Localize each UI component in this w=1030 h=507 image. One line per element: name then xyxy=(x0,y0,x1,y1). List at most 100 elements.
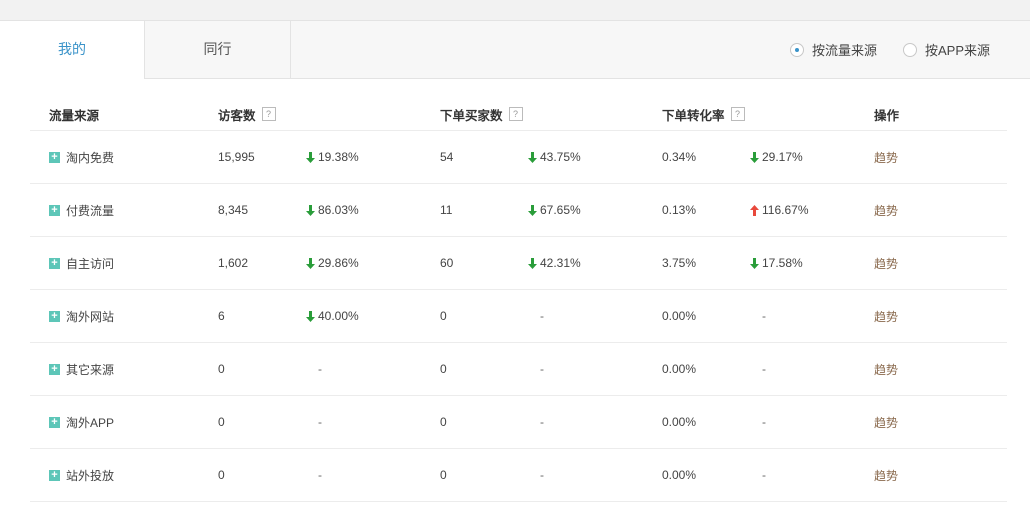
header-conversion-rate: 下单转化率 ? xyxy=(662,98,745,130)
tab-peers[interactable]: 同行 xyxy=(145,21,291,78)
source-name: 站外投放 xyxy=(66,468,115,483)
radio-label: 按流量来源 xyxy=(811,43,877,58)
buyers-change: 42.31% xyxy=(540,256,581,270)
visitors-value: 8,345 xyxy=(218,203,249,217)
source-name-cell: + 淘内免费 xyxy=(49,131,114,183)
rate-change: 17.58% xyxy=(762,256,803,270)
header-action: 操作 xyxy=(874,108,900,123)
rate-change-cell: - xyxy=(750,290,766,342)
expand-plus-icon[interactable]: + xyxy=(49,151,60,163)
buyers-value-cell: 54 xyxy=(440,131,453,183)
trend-link-label: 趋势 xyxy=(874,256,899,271)
traffic-source-table: 流量来源 访客数 ? 下单买家数 ? 下单转化率 ? 操作 + 淘内免费 15,99… xyxy=(30,98,1007,502)
buyers-value-cell: 60 xyxy=(440,237,453,289)
help-icon[interactable]: ? xyxy=(730,107,745,121)
expand-plus-icon[interactable]: + xyxy=(49,363,60,375)
top-strip xyxy=(0,0,1030,21)
source-name-cell: + 站外投放 xyxy=(49,449,114,501)
rate-value-cell: 0.00% xyxy=(662,396,696,448)
expand-plus-icon[interactable]: + xyxy=(49,310,60,322)
trend-link[interactable]: 趋势 xyxy=(874,290,898,342)
trend-link-label: 趋势 xyxy=(874,309,899,324)
visitors-change-cell: 19.38% xyxy=(306,131,359,183)
trend-link[interactable]: 趋势 xyxy=(874,396,898,448)
visitors-value-cell: 0 xyxy=(218,343,225,395)
rate-value-cell: 0.13% xyxy=(662,184,696,236)
arrow-down-icon xyxy=(750,151,759,163)
trend-link[interactable]: 趋势 xyxy=(874,343,898,395)
trend-link[interactable]: 趋势 xyxy=(874,237,898,289)
help-icon[interactable]: ? xyxy=(261,107,276,121)
radio-by-app-source[interactable]: 按APP来源 xyxy=(902,40,990,59)
trend-link-label: 趋势 xyxy=(874,150,899,165)
source-mode-radio-group: 按流量来源 按APP来源 xyxy=(764,21,990,78)
rate-value-cell: 3.75% xyxy=(662,237,696,289)
visitors-value: 6 xyxy=(218,309,225,323)
rate-change: - xyxy=(762,468,766,482)
buyers-value: 60 xyxy=(440,256,454,270)
buyers-value-cell: 11 xyxy=(440,184,452,236)
expand-plus-icon[interactable]: + xyxy=(49,416,60,428)
buyers-change: 67.65% xyxy=(540,203,581,217)
trend-link[interactable]: 趋势 xyxy=(874,449,898,501)
arrow-down-icon xyxy=(306,257,315,269)
visitors-value: 0 xyxy=(218,468,225,482)
visitors-change-cell: - xyxy=(306,343,322,395)
arrow-down-icon xyxy=(528,151,537,163)
trend-link-label: 趋势 xyxy=(874,362,899,377)
visitors-value: 0 xyxy=(218,415,225,429)
buyers-value: 11 xyxy=(440,203,453,217)
visitors-change: - xyxy=(318,468,322,482)
rate-value-cell: 0.00% xyxy=(662,290,696,342)
source-name-cell: + 淘外网站 xyxy=(49,290,114,342)
radio-by-traffic-source[interactable]: 按流量来源 xyxy=(789,40,877,59)
tab-mine[interactable]: 我的 xyxy=(0,21,145,79)
header-source: 流量来源 xyxy=(49,108,100,123)
table-row: + 自主访问 1,602 29.86% 60 42.31% 3.75% 17.58% 趋势 xyxy=(30,237,1007,290)
buyers-value: 0 xyxy=(440,468,447,482)
source-name: 付费流量 xyxy=(66,203,115,218)
buyers-change: - xyxy=(540,362,544,376)
arrow-up-icon xyxy=(750,204,759,216)
expand-plus-icon[interactable]: + xyxy=(49,469,60,481)
buyers-change-cell: - xyxy=(528,343,544,395)
buyers-change-cell: 42.31% xyxy=(528,237,581,289)
trend-link-label: 趋势 xyxy=(874,203,899,218)
visitors-change-cell: - xyxy=(306,396,322,448)
buyers-change-cell: 67.65% xyxy=(528,184,581,236)
table-header: 流量来源 访客数 ? 下单买家数 ? 下单转化率 ? 操作 xyxy=(30,98,1007,131)
visitors-value-cell: 15,995 xyxy=(218,131,255,183)
buyers-change: 43.75% xyxy=(540,150,581,164)
help-icon[interactable]: ? xyxy=(508,107,523,121)
expand-plus-icon[interactable]: + xyxy=(49,257,60,269)
rate-value: 0.13% xyxy=(662,203,697,217)
source-name: 自主访问 xyxy=(66,256,115,271)
trend-link[interactable]: 趋势 xyxy=(874,184,898,236)
source-name: 淘内免费 xyxy=(66,150,115,165)
visitors-change-cell: 86.03% xyxy=(306,184,359,236)
rate-value: 0.34% xyxy=(662,150,697,164)
expand-plus-icon[interactable]: + xyxy=(49,204,60,216)
radio-checked-icon xyxy=(789,42,804,57)
arrow-down-icon xyxy=(750,257,759,269)
visitors-change: 86.03% xyxy=(318,203,359,217)
buyers-value-cell: 0 xyxy=(440,449,447,501)
table-row: + 付费流量 8,345 86.03% 11 67.65% 0.13% 116.67% 趋势 xyxy=(30,184,1007,237)
rate-change-cell: 17.58% xyxy=(750,237,803,289)
arrow-down-icon xyxy=(306,204,315,216)
table-row: + 站外投放 0 - 0 - 0.00% - 趋势 xyxy=(30,449,1007,502)
buyers-change: - xyxy=(540,468,544,482)
rate-change: - xyxy=(762,415,766,429)
buyers-value: 54 xyxy=(440,150,454,164)
rate-value-cell: 0.34% xyxy=(662,131,696,183)
source-name-cell: + 淘外APP xyxy=(49,396,114,448)
visitors-value-cell: 1,602 xyxy=(218,237,248,289)
rate-change: 29.17% xyxy=(762,150,803,164)
rate-change: - xyxy=(762,309,766,323)
visitors-change-cell: - xyxy=(306,449,322,501)
trend-link-label: 趋势 xyxy=(874,468,899,483)
source-name-cell: + 其它来源 xyxy=(49,343,114,395)
rate-value: 0.00% xyxy=(662,309,697,323)
trend-link[interactable]: 趋势 xyxy=(874,131,898,183)
rate-change-cell: - xyxy=(750,343,766,395)
